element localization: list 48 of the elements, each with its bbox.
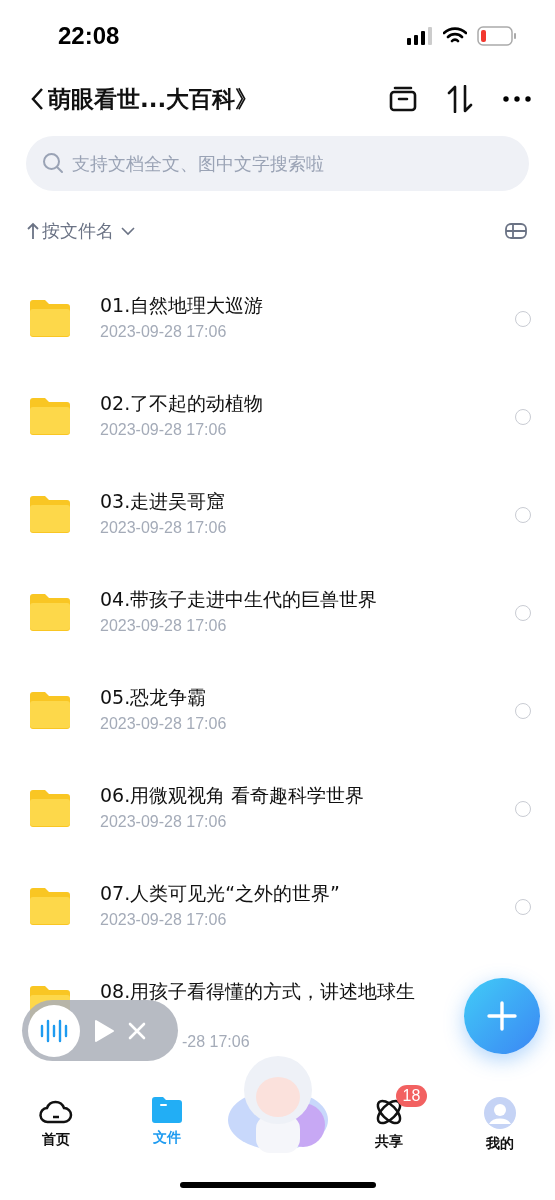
close-icon[interactable] xyxy=(128,1021,146,1040)
file-date: -28 17:06 xyxy=(182,1033,250,1051)
folder-icon xyxy=(28,495,72,533)
sort-button[interactable]: 按文件名 xyxy=(26,219,136,243)
wifi-icon xyxy=(443,27,467,45)
folder-icon xyxy=(28,397,72,435)
waveform-icon[interactable] xyxy=(28,1004,80,1057)
file-name[interactable]: 05.恐龙争霸 xyxy=(100,685,460,709)
file-name[interactable]: 01.自然地理大巡游 xyxy=(100,293,460,317)
signal-icon xyxy=(407,27,433,45)
count-badge: 18 xyxy=(395,1085,428,1107)
arrow-up-icon xyxy=(26,222,40,240)
file-date: 2023-09-28 17:06 xyxy=(100,813,227,831)
folder-icon xyxy=(28,299,72,337)
back-button[interactable] xyxy=(30,87,44,111)
search-icon xyxy=(42,152,64,174)
file-date: 2023-09-28 17:06 xyxy=(100,715,227,733)
caret-icon xyxy=(120,226,136,236)
folder-icon xyxy=(28,593,72,631)
file-name[interactable]: 04.带孩子走进中生代的巨兽世界 xyxy=(100,587,460,611)
folder-title: 萌眼看世...大百科》 xyxy=(48,84,260,114)
file-name[interactable]: 06.用微观视角 看奇趣科学世界 xyxy=(100,783,460,807)
view-toggle-icon[interactable] xyxy=(505,223,527,239)
file-date: 2023-09-28 17:06 xyxy=(100,911,227,929)
file-name[interactable]: 03.走进吴哥窟 xyxy=(100,489,460,513)
search-field[interactable]: 支持文档全文、图中文字搜索啦 xyxy=(26,136,529,191)
add-button[interactable] xyxy=(464,978,540,1054)
sort-icon[interactable] xyxy=(445,85,475,113)
file-date: 2023-09-28 17:06 xyxy=(100,421,227,439)
folder-icon xyxy=(151,1097,182,1123)
avatar-icon xyxy=(483,1097,516,1129)
box-icon[interactable] xyxy=(389,86,417,112)
tab-item[interactable]: 我的 xyxy=(454,1097,545,1153)
file-date: 2023-09-28 17:06 xyxy=(100,323,227,341)
battery-icon xyxy=(477,26,517,46)
plus-icon xyxy=(486,1000,518,1032)
file-name[interactable]: 02.了不起的动植物 xyxy=(100,391,460,415)
folder-icon xyxy=(28,789,72,827)
status-time: 22:08 xyxy=(58,22,120,50)
file-name[interactable]: 08.用孩子看得懂的方式，讲述地球生 xyxy=(100,979,460,1003)
file-date: 2023-09-28 17:06 xyxy=(100,519,227,537)
play-icon[interactable] xyxy=(94,1018,114,1043)
folder-icon xyxy=(28,887,72,925)
folder-icon xyxy=(28,691,72,729)
tab-item[interactable]: 首页 xyxy=(10,1097,101,1149)
file-name[interactable]: 07.人类可见光“之外的世界” xyxy=(100,881,460,905)
more-icon[interactable] xyxy=(503,96,531,102)
file-date: 2023-09-28 17:06 xyxy=(100,617,227,635)
